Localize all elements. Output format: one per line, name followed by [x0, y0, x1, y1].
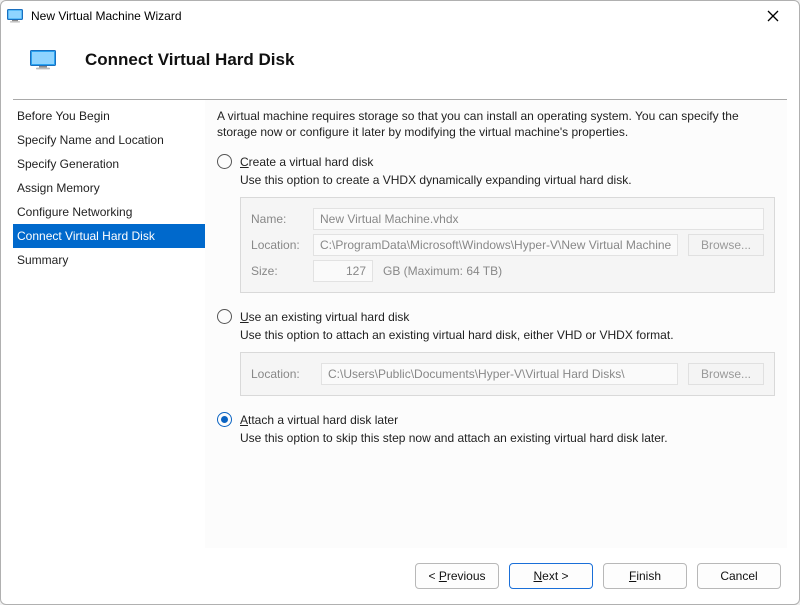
size-unit-label: GB (Maximum: 64 TB): [383, 264, 502, 278]
intro-text: A virtual machine requires storage so th…: [217, 108, 775, 140]
next-button[interactable]: Next >: [509, 563, 593, 589]
option-create-label: Create a virtual hard disk: [240, 155, 373, 169]
wizard-body: Before You Begin Specify Name and Locati…: [1, 99, 799, 548]
option-existing-desc: Use this option to attach an existing vi…: [240, 328, 775, 342]
location-input: [313, 234, 678, 256]
option-existing: Use an existing virtual hard disk Use th…: [217, 309, 775, 396]
option-existing-radio-row[interactable]: Use an existing virtual hard disk: [217, 309, 775, 324]
create-panel: Name: Location: Browse... Size: GB (Maxi…: [240, 197, 775, 293]
sidebar-step-specify-generation[interactable]: Specify Generation: [13, 152, 205, 176]
option-create-radio-row[interactable]: Create a virtual hard disk: [217, 154, 775, 169]
radio-existing[interactable]: [217, 309, 232, 324]
browse-button-create: Browse...: [688, 234, 764, 256]
window-title: New Virtual Machine Wizard: [31, 9, 753, 23]
size-label: Size:: [251, 264, 303, 278]
sidebar-step-connect-vhd[interactable]: Connect Virtual Hard Disk: [13, 224, 205, 248]
titlebar: New Virtual Machine Wizard: [1, 1, 799, 31]
main-panel: A virtual machine requires storage so th…: [205, 99, 787, 548]
page-title: Connect Virtual Hard Disk: [85, 50, 294, 70]
radio-create[interactable]: [217, 154, 232, 169]
name-label: Name:: [251, 212, 303, 226]
footer: < Previous Next > Finish Cancel: [1, 548, 799, 604]
option-create: Create a virtual hard disk Use this opti…: [217, 154, 775, 293]
close-button[interactable]: [753, 2, 793, 30]
option-create-desc: Use this option to create a VHDX dynamic…: [240, 173, 775, 187]
existing-location-input: [321, 363, 678, 385]
app-icon: [7, 8, 23, 24]
sidebar-step-before-you-begin[interactable]: Before You Begin: [13, 104, 205, 128]
wizard-header: Connect Virtual Hard Disk: [1, 31, 799, 99]
option-existing-label: Use an existing virtual hard disk: [240, 310, 409, 324]
existing-panel: Location: Browse...: [240, 352, 775, 396]
option-later-radio-row[interactable]: Attach a virtual hard disk later: [217, 412, 775, 427]
sidebar-step-summary[interactable]: Summary: [13, 248, 205, 272]
sidebar-step-specify-name[interactable]: Specify Name and Location: [13, 128, 205, 152]
cancel-button[interactable]: Cancel: [697, 563, 781, 589]
location-label: Location:: [251, 238, 303, 252]
finish-button[interactable]: Finish: [603, 563, 687, 589]
option-later-label: Attach a virtual hard disk later: [240, 413, 398, 427]
sidebar-step-assign-memory[interactable]: Assign Memory: [13, 176, 205, 200]
sidebar: Before You Begin Specify Name and Locati…: [13, 99, 205, 548]
sidebar-step-configure-networking[interactable]: Configure Networking: [13, 200, 205, 224]
size-input: [313, 260, 373, 282]
option-later: Attach a virtual hard disk later Use thi…: [217, 412, 775, 445]
wizard-window: New Virtual Machine Wizard Connect Virtu…: [0, 0, 800, 605]
browse-button-existing: Browse...: [688, 363, 764, 385]
radio-later[interactable]: [217, 412, 232, 427]
option-later-desc: Use this option to skip this step now an…: [240, 431, 775, 445]
existing-location-label: Location:: [251, 367, 311, 381]
wizard-header-icon: [29, 49, 57, 71]
name-input: [313, 208, 764, 230]
previous-button[interactable]: < Previous: [415, 563, 499, 589]
